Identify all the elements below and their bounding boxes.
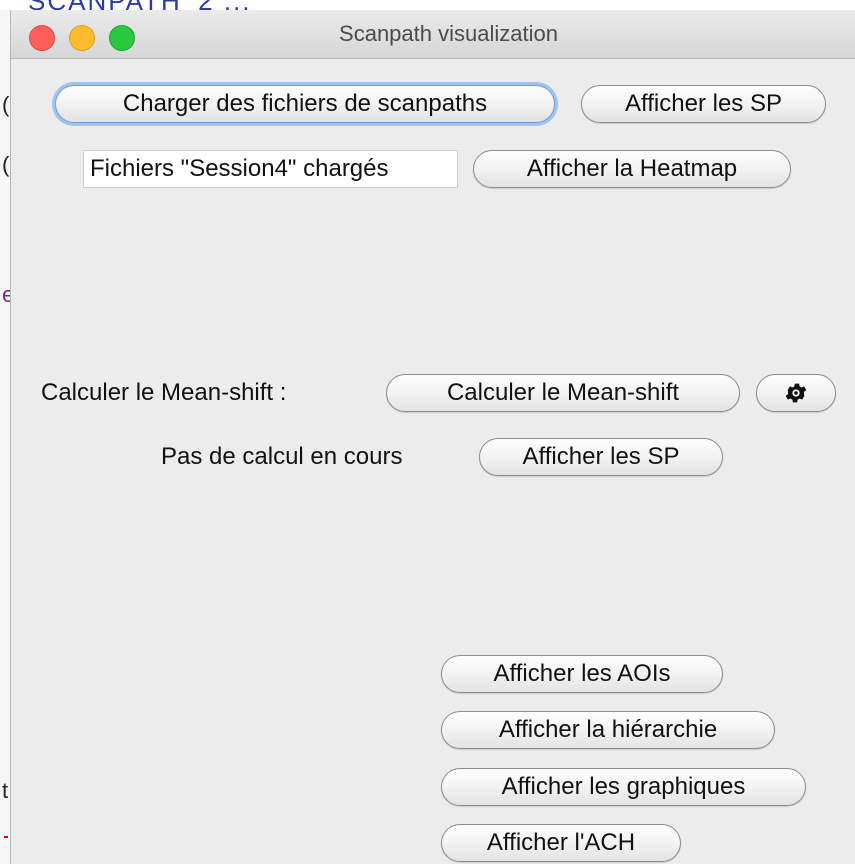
gear-icon	[785, 383, 807, 403]
show-aois-button[interactable]: Afficher les AOIs	[441, 655, 723, 693]
title-bar[interactable]: Scanpath visualization	[11, 10, 855, 59]
meanshift-status: Pas de calcul en cours	[161, 443, 403, 470]
window-content: Charger des fichiers de scanpaths Affich…	[11, 58, 855, 864]
show-heatmap-button[interactable]: Afficher la Heatmap	[473, 150, 791, 188]
background-char: t	[2, 778, 9, 803]
meanshift-label: Calculer le Mean-shift :	[41, 379, 287, 406]
show-hierarchy-button[interactable]: Afficher la hiérarchie	[441, 711, 775, 749]
window-title: Scanpath visualization	[339, 21, 558, 46]
show-sp-button[interactable]: Afficher les SP	[581, 85, 826, 123]
show-charts-button[interactable]: Afficher les graphiques	[441, 768, 806, 806]
meanshift-settings-button[interactable]	[756, 374, 836, 412]
background-char: (	[2, 152, 10, 177]
load-scanpaths-button[interactable]: Charger des fichiers de scanpaths	[55, 85, 555, 123]
background-window-top: SCANPATH_2 ...	[0, 0, 855, 16]
show-ach-button[interactable]: Afficher l'ACH	[441, 824, 681, 862]
background-char: (	[2, 92, 10, 117]
scanpath-window: Scanpath visualization Charger des fichi…	[10, 10, 855, 864]
compute-meanshift-button[interactable]: Calculer le Mean-shift	[386, 374, 740, 412]
load-status-field: Fichiers "Session4" chargés	[83, 150, 458, 188]
meanshift-show-sp-button[interactable]: Afficher les SP	[479, 438, 723, 476]
background-mark	[4, 836, 8, 838]
